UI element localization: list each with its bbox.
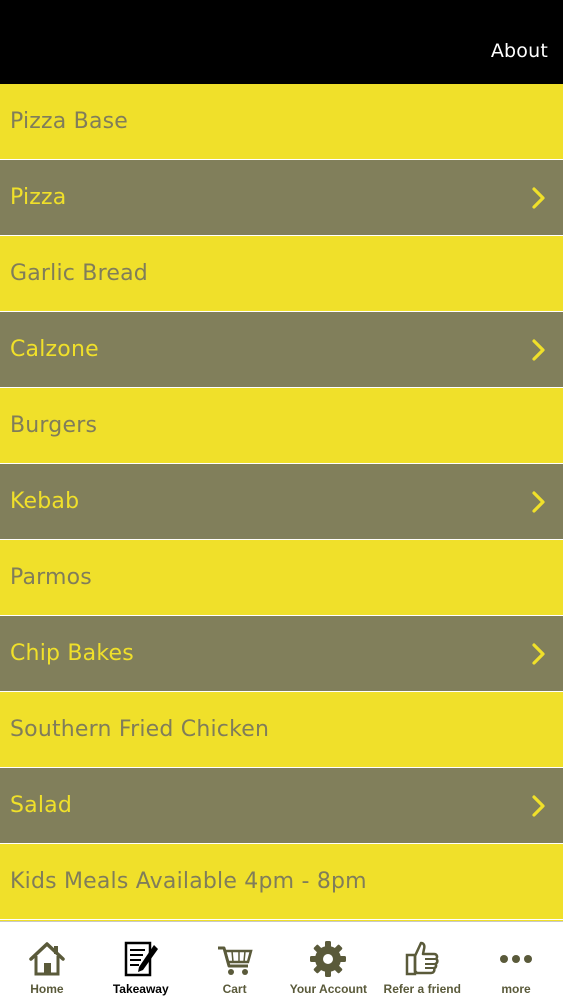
menu-item-burgers[interactable]: Burgers	[0, 388, 563, 464]
notepad-pencil-icon	[124, 941, 158, 977]
tab-label: Takeaway	[112, 982, 169, 996]
menu-category-list: Pizza Base Pizza Garlic Bread Calzone Bu…	[0, 84, 563, 920]
menu-item-salad[interactable]: Salad	[0, 768, 563, 844]
tab-more[interactable]: more	[469, 922, 563, 1000]
tab-label: Refer a friend	[383, 982, 461, 996]
tab-label: Cart	[222, 982, 247, 996]
menu-item-label: Garlic Bread	[10, 261, 148, 286]
menu-item-label: Burgers	[10, 413, 98, 438]
chevron-right-icon	[532, 642, 545, 665]
tab-cart[interactable]: Cart	[188, 922, 282, 1000]
menu-item-label: Parmos	[10, 565, 92, 590]
tab-takeaway[interactable]: Takeaway	[94, 922, 188, 1000]
chevron-right-icon	[532, 794, 545, 817]
menu-item-label: Pizza	[10, 185, 67, 210]
tab-label: more	[501, 982, 531, 996]
tab-your-account[interactable]: Your Account	[281, 922, 375, 1000]
gear-icon	[310, 941, 347, 977]
chevron-right-icon	[532, 338, 545, 361]
menu-item-kids-meals[interactable]: Kids Meals Available 4pm - 8pm	[0, 844, 563, 920]
menu-item-label: Salad	[10, 793, 73, 818]
menu-item-label: Kids Meals Available 4pm - 8pm	[10, 869, 367, 894]
tab-label: Home	[30, 982, 64, 996]
thumbs-up-icon	[405, 941, 439, 976]
bottom-tab-bar: Home Takeaway Cart Your Account Refer a …	[0, 921, 563, 1000]
menu-item-pizza[interactable]: Pizza	[0, 160, 563, 236]
menu-item-label: Pizza Base	[10, 109, 129, 134]
menu-item-parmos[interactable]: Parmos	[0, 540, 563, 616]
menu-item-chip-bakes[interactable]: Chip Bakes	[0, 616, 563, 692]
chevron-right-icon	[532, 490, 545, 513]
more-dots-icon	[500, 955, 533, 963]
home-icon	[29, 942, 65, 976]
menu-item-label: Kebab	[10, 489, 80, 514]
menu-item-kebab[interactable]: Kebab	[0, 464, 563, 540]
menu-item-label: Southern Fried Chicken	[10, 717, 270, 742]
tab-refer-a-friend[interactable]: Refer a friend	[375, 922, 469, 1000]
tab-label: Your Account	[289, 982, 368, 996]
menu-item-southern-fried-chicken[interactable]: Southern Fried Chicken	[0, 692, 563, 768]
tab-home[interactable]: Home	[0, 922, 94, 1000]
about-link[interactable]: About	[491, 40, 548, 62]
menu-item-calzone[interactable]: Calzone	[0, 312, 563, 388]
app-screen: About Pizza Base Pizza Garlic Bread Calz…	[0, 0, 563, 1000]
menu-item-garlic-bread[interactable]: Garlic Bread	[0, 236, 563, 312]
cart-icon	[217, 946, 253, 975]
menu-item-label: Calzone	[10, 337, 99, 362]
chevron-right-icon	[532, 186, 545, 209]
top-nav-bar: About	[0, 0, 563, 84]
menu-item-pizza-base[interactable]: Pizza Base	[0, 84, 563, 160]
menu-item-label: Chip Bakes	[10, 641, 134, 666]
